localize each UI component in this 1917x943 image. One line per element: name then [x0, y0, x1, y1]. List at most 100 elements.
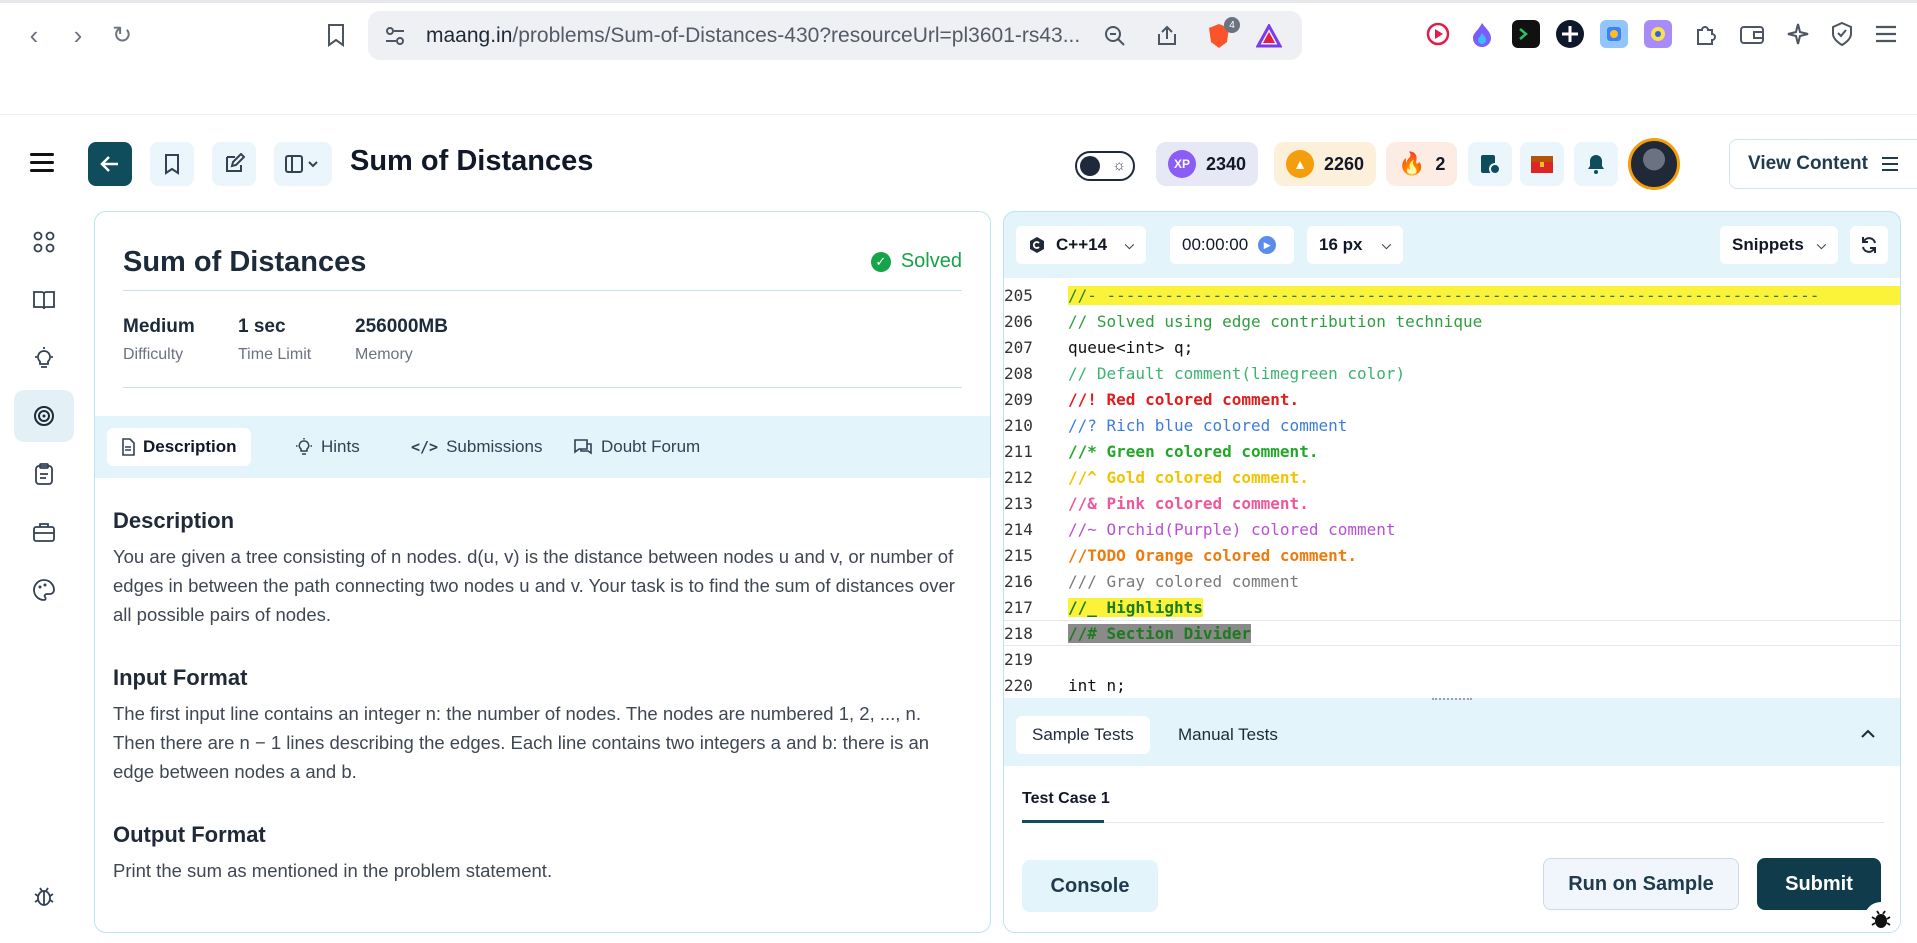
flame-extension-icon[interactable]: [1468, 20, 1496, 48]
rail-ideas[interactable]: [14, 332, 74, 384]
tab-manual-tests[interactable]: Manual Tests: [1162, 716, 1294, 754]
code-line[interactable]: 207 queue<int> q;: [1004, 334, 1900, 360]
rail-tasks[interactable]: [14, 448, 74, 500]
code-line[interactable]: 216 /// Gray colored comment: [1004, 568, 1900, 594]
code-line[interactable]: 208 // Default comment(limegreen color): [1004, 360, 1900, 386]
rail-report-bug[interactable]: [14, 870, 74, 922]
menu-icon[interactable]: [30, 153, 54, 173]
reload-icon[interactable]: ↻: [104, 17, 140, 53]
code-line[interactable]: 212 //^ Gold colored comment.: [1004, 464, 1900, 490]
difficulty-label: Difficulty: [123, 346, 184, 363]
code-line[interactable]: 220 int n;: [1004, 672, 1900, 698]
bug-report-fab[interactable]: [1864, 902, 1898, 932]
input-format-heading: Input Format: [113, 665, 248, 690]
timer-value: 00:00:00: [1182, 235, 1249, 254]
code-line[interactable]: 219: [1004, 646, 1900, 672]
site-settings-icon[interactable]: [382, 23, 408, 49]
code-line[interactable]: 209 //! Red colored comment.: [1004, 386, 1900, 412]
code-line[interactable]: 218 //# Section Divider: [1004, 620, 1900, 646]
brave-shields-icon[interactable]: 4: [1206, 17, 1240, 49]
code-line[interactable]: 211 //* Green colored comment.: [1004, 438, 1900, 464]
zoom-icon[interactable]: [1102, 23, 1128, 49]
rail-jobs[interactable]: [14, 506, 74, 558]
language-select[interactable]: C++14 ⌵: [1016, 226, 1146, 264]
collapse-chevron-icon[interactable]: [1860, 726, 1876, 744]
line-number: 220: [1004, 675, 1033, 695]
media-extension-icon[interactable]: [1600, 20, 1628, 48]
line-number: 217: [1004, 597, 1033, 617]
url-path: /problems/Sum-of-Distances-430?resourceU…: [512, 24, 1081, 47]
submit-button[interactable]: Submit: [1757, 858, 1881, 910]
snippets-select[interactable]: Snippets ⌵: [1720, 226, 1838, 264]
console-button[interactable]: Console: [1022, 860, 1158, 912]
avatar[interactable]: [1628, 138, 1680, 190]
code-line[interactable]: 206 // Solved using edge contribution tec…: [1004, 308, 1900, 334]
line-number: 206: [1004, 311, 1033, 331]
code-text: //& Pink colored comment.: [1068, 493, 1309, 513]
line-number: 207: [1004, 337, 1033, 357]
view-content-button[interactable]: View Content: [1729, 139, 1917, 189]
document-settings-icon: [1481, 155, 1501, 175]
output-format-text: Print the sum as mentioned in the proble…: [113, 860, 553, 881]
code-line[interactable]: 213 //& Pink colored comment.: [1004, 490, 1900, 516]
streak-stat[interactable]: 🔥 2: [1386, 142, 1458, 186]
terminal-extension-icon[interactable]: [1512, 20, 1540, 48]
treasure-button[interactable]: [1520, 142, 1564, 186]
address-bar[interactable]: maang.in/problems/Sum-of-Distances-430?r…: [368, 11, 1302, 60]
plus-extension-icon[interactable]: [1556, 20, 1584, 48]
coin-icon: ▲: [1286, 150, 1314, 178]
back-button[interactable]: [88, 142, 132, 186]
forward-arrow-icon[interactable]: ›: [60, 17, 96, 53]
tab-test-case-1[interactable]: Test Case 1: [1022, 790, 1110, 808]
chevron-down-icon: ⌵: [1816, 237, 1826, 252]
tab-doubt-forum[interactable]: Doubt Forum: [559, 428, 714, 466]
back-arrow-icon[interactable]: ‹: [16, 17, 52, 53]
brave-rewards-icon[interactable]: [1256, 23, 1282, 49]
browser-menu-icon[interactable]: [1872, 20, 1900, 48]
puzzle-extensions-icon[interactable]: [1692, 20, 1720, 48]
tab-submissions[interactable]: </> Submissions: [397, 428, 556, 466]
rail-themes[interactable]: [14, 564, 74, 616]
code-line[interactable]: 205 //- ---------------------------------…: [1004, 282, 1900, 308]
coins-stat[interactable]: ▲ 2260: [1274, 142, 1377, 186]
notes-button[interactable]: [212, 142, 256, 186]
memory-value: 256000MB: [355, 316, 448, 337]
treasure-chest-icon: [1531, 156, 1553, 173]
layout-dropdown-button[interactable]: [274, 142, 332, 186]
settings-doc-button[interactable]: [1468, 142, 1512, 186]
vpn-shield-icon[interactable]: [1828, 20, 1856, 48]
code-line[interactable]: 210 //? Rich blue colored comment: [1004, 412, 1900, 438]
play-icon[interactable]: ▶: [1258, 236, 1277, 254]
tab-sample-tests[interactable]: Sample Tests: [1016, 716, 1150, 754]
rail-problems[interactable]: [14, 390, 74, 442]
bookmark-button[interactable]: [150, 142, 194, 186]
run-on-sample-button[interactable]: Run on Sample: [1543, 858, 1739, 910]
time-limit-meta: 1 sec Time Limit: [238, 316, 311, 364]
leo-ai-icon[interactable]: [1784, 20, 1812, 48]
reset-code-button[interactable]: [1850, 226, 1888, 264]
notifications-button[interactable]: [1574, 142, 1618, 186]
share-icon[interactable]: [1154, 23, 1180, 49]
tab-description[interactable]: Description: [107, 428, 251, 466]
youtube-extension-icon[interactable]: [1424, 20, 1452, 48]
book-icon: [33, 291, 55, 310]
code-line[interactable]: 215 //TODO Orange colored comment.: [1004, 542, 1900, 568]
code-line[interactable]: 214 //~ Orchid(Purple) colored comment: [1004, 516, 1900, 542]
tab-hints[interactable]: Hints: [281, 428, 374, 466]
wallet-icon[interactable]: [1738, 20, 1766, 48]
line-number: 215: [1004, 545, 1033, 565]
rail-courses[interactable]: [14, 274, 74, 326]
view-content-label: View Content: [1748, 153, 1868, 174]
font-size-label: 16 px: [1319, 235, 1363, 254]
code-line[interactable]: 217 //_ Highlights: [1004, 594, 1900, 620]
xp-stat[interactable]: XP 2340: [1156, 142, 1259, 186]
rail-dashboard[interactable]: [14, 216, 74, 268]
time-limit-value: 1 sec: [238, 316, 286, 337]
bookmark-page-icon[interactable]: [318, 17, 354, 53]
badge-extension-icon[interactable]: [1644, 20, 1672, 48]
bell-icon: [1588, 155, 1604, 174]
code-editor[interactable]: 205 //- ---------------------------------…: [1004, 278, 1900, 698]
theme-toggle[interactable]: ☼: [1075, 151, 1135, 181]
font-size-select[interactable]: 16 px ⌵: [1307, 226, 1403, 264]
code-text: //~ Orchid(Purple) colored comment: [1068, 519, 1396, 539]
